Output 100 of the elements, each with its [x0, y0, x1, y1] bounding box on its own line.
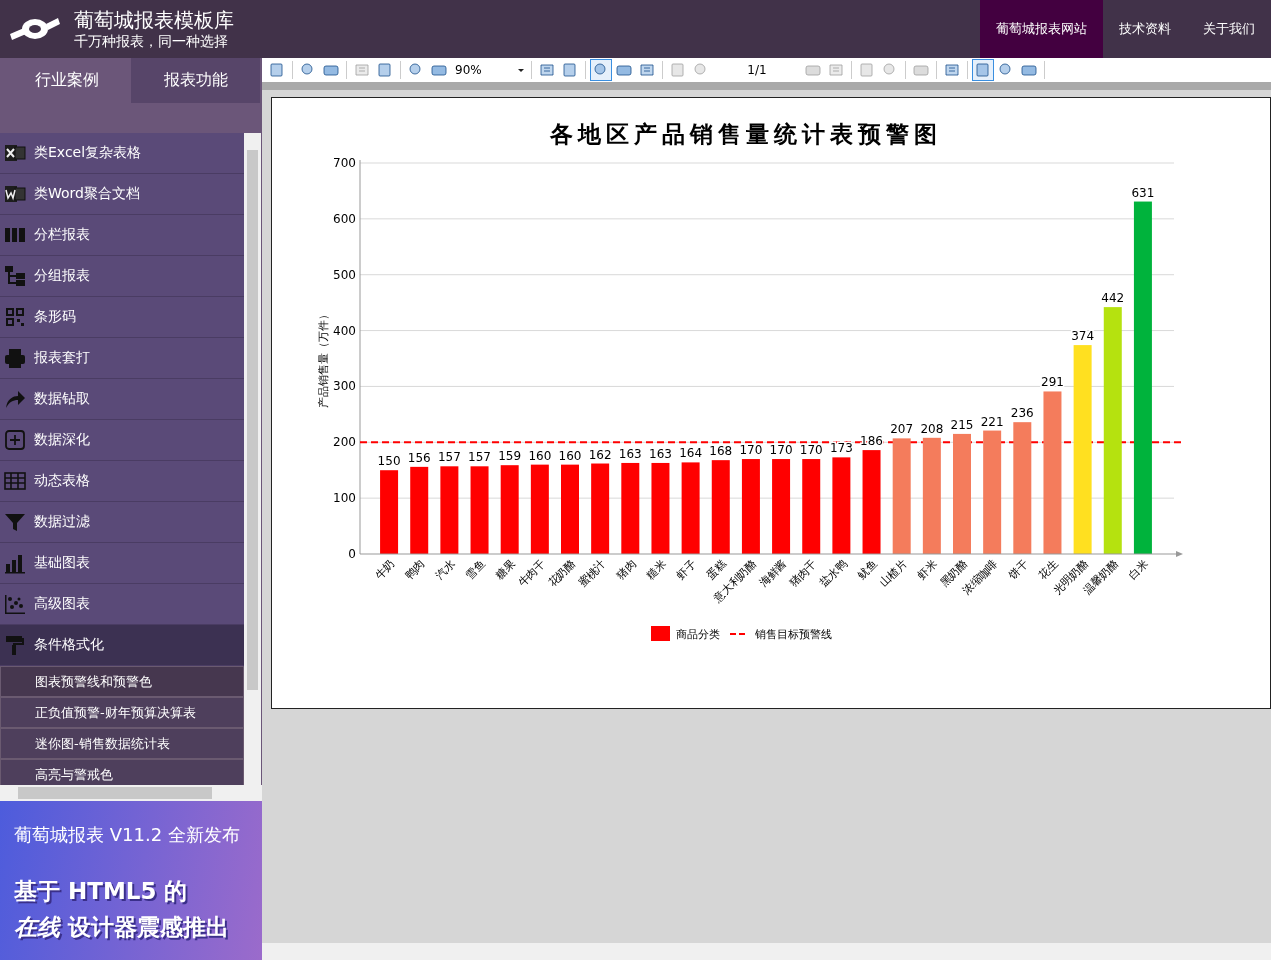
x-tick-label: 白米 — [1126, 556, 1152, 582]
table-icon — [4, 470, 26, 492]
x-tick-label: 虾子 — [674, 556, 699, 582]
x-tick-label: 虾米 — [915, 556, 940, 582]
scatter-icon — [4, 593, 26, 615]
data-label: 162 — [588, 447, 612, 462]
data-label: 170 — [769, 443, 793, 458]
data-label: 236 — [1010, 406, 1034, 421]
menu-item[interactable]: 条形码 — [0, 297, 244, 338]
y-axis-label: 产品销售量（万件） — [317, 308, 330, 408]
y-tick-label: 700 — [333, 156, 356, 170]
data-label: 157 — [468, 450, 491, 465]
data-label: 164 — [679, 446, 703, 461]
chart-title: 各地区产品销售量统计表预警图 — [550, 121, 942, 147]
menu-item[interactable]: 分组报表 — [0, 256, 244, 297]
menu-item[interactable]: 动态表格 — [0, 461, 244, 502]
menu-item-label: 分栏报表 — [34, 226, 90, 244]
printer-icon — [4, 347, 26, 369]
x-tick-label: 山楂片 — [877, 556, 910, 590]
horizontal-scrollbar[interactable] — [0, 785, 262, 801]
submenu-item[interactable]: 正负值预警-财年预算决算表 — [0, 697, 244, 728]
data-label: 168 — [709, 444, 733, 459]
x-tick-label: 牛奶 — [372, 556, 398, 582]
menu-item[interactable]: 分栏报表 — [0, 215, 244, 256]
menu-item[interactable]: 类Excel复杂表格 — [0, 133, 244, 174]
menu-item-label: 条件格式化 — [34, 636, 104, 654]
data-label: 374 — [1071, 329, 1095, 344]
x-tick-label: 汽水 — [432, 556, 458, 582]
menu-item[interactable]: 数据深化 — [0, 420, 244, 461]
x-tick-label: 牛肉干 — [515, 556, 548, 590]
horizontal-scrollbar[interactable] — [262, 943, 1271, 960]
legend-label: 销售目标预警线 — [755, 628, 832, 641]
data-label: 150 — [377, 454, 401, 469]
data-label: 157 — [437, 450, 461, 465]
x-tick-label: 花生 — [1035, 556, 1061, 582]
menu-item[interactable]: 数据过滤 — [0, 502, 244, 543]
excel-icon — [4, 142, 26, 164]
legend-swatch — [651, 626, 670, 641]
submenu-item[interactable]: 图表预警线和预警色 — [0, 666, 244, 697]
menu-item[interactable]: 类Word聚合文档 — [0, 174, 244, 215]
y-tick-label: 300 — [333, 379, 356, 394]
page-number-field[interactable]: 1/1 — [713, 63, 801, 77]
bar-chart-icon — [4, 552, 26, 574]
x-tick-label: 蛋糕 — [704, 556, 729, 582]
data-label: 215 — [950, 417, 974, 432]
banner-headline: 葡萄城报表 V11.2 全新发布 — [14, 823, 241, 847]
site-title: 葡萄城报表模板库 — [74, 8, 234, 32]
nav-link[interactable]: 关于我们 — [1187, 0, 1271, 58]
data-label: 221 — [980, 414, 1004, 429]
nav-link[interactable]: 技术资料 — [1103, 0, 1187, 58]
site-subtitle: 千万种报表，同一种选择 — [74, 32, 229, 50]
submenu-item[interactable]: 高亮与警戒色 — [0, 759, 244, 785]
menu-item-label: 高级图表 — [34, 595, 90, 613]
menu-item-label: 类Excel复杂表格 — [34, 144, 142, 162]
tree-icon — [4, 265, 26, 287]
data-label: 170 — [739, 443, 763, 458]
x-tick-label: 糙米 — [643, 556, 669, 582]
x-tick-label: 鱿鱼 — [854, 556, 880, 582]
menu-item-label: 数据深化 — [34, 431, 90, 449]
paint-roller-icon — [4, 634, 26, 656]
menu-item-label: 动态表格 — [34, 472, 90, 490]
x-tick-label: 猪肉 — [613, 556, 639, 582]
promo-banner[interactable]: 葡萄城报表 V11.2 全新发布 基于 HTML5 的 在线 设计器震感推出 — [0, 801, 262, 960]
data-label: 291 — [1041, 375, 1064, 390]
data-label: 208 — [920, 421, 944, 436]
data-label: 163 — [618, 446, 642, 461]
submenu-item[interactable]: 迷你图-销售数据统计表 — [0, 728, 244, 759]
banner-slogan: 在线 设计器震感推出 — [14, 913, 230, 942]
legend-label: 商品分类 — [676, 628, 720, 641]
y-tick-label: 400 — [333, 323, 356, 338]
data-label: 159 — [498, 449, 522, 464]
menu-item-label: 报表套打 — [34, 349, 90, 367]
menu-item-label: 数据过滤 — [34, 513, 90, 531]
sidebar-tab[interactable]: 报表功能 — [131, 58, 260, 103]
data-label: 160 — [558, 448, 582, 463]
share-arrow-icon — [4, 388, 26, 410]
menu-item[interactable]: 基础图表 — [0, 543, 244, 584]
menu-item[interactable]: 条件格式化 — [0, 625, 244, 666]
barcode-icon — [4, 306, 26, 328]
data-label: 170 — [799, 443, 823, 458]
data-label: 156 — [407, 450, 431, 465]
y-tick-label: 100 — [333, 491, 356, 506]
zoom-dropdown[interactable]: 90% — [451, 60, 527, 80]
x-tick-label: 鸭肉 — [402, 556, 428, 582]
nav-link[interactable]: 葡萄城报表网站 — [980, 0, 1103, 58]
banner-slogan: 基于 HTML5 的 — [14, 877, 189, 906]
menu-item[interactable]: 报表套打 — [0, 338, 244, 379]
menu-item-label: 数据钻取 — [34, 390, 90, 408]
y-tick-label: 0 — [348, 547, 356, 561]
y-tick-label: 500 — [333, 267, 356, 282]
menu-item-label: 类Word聚合文档 — [34, 185, 140, 203]
data-label: 173 — [829, 441, 853, 456]
menu-item-label: 条形码 — [34, 308, 76, 326]
menu-item-label: 分组报表 — [34, 267, 90, 285]
x-tick-label: 糖果 — [493, 556, 518, 582]
word-icon — [4, 183, 26, 205]
vertical-scrollbar[interactable] — [244, 133, 261, 785]
y-tick-label: 200 — [333, 435, 356, 450]
data-label: 207 — [890, 422, 914, 437]
x-tick-label: 盐水鸭 — [817, 556, 850, 590]
